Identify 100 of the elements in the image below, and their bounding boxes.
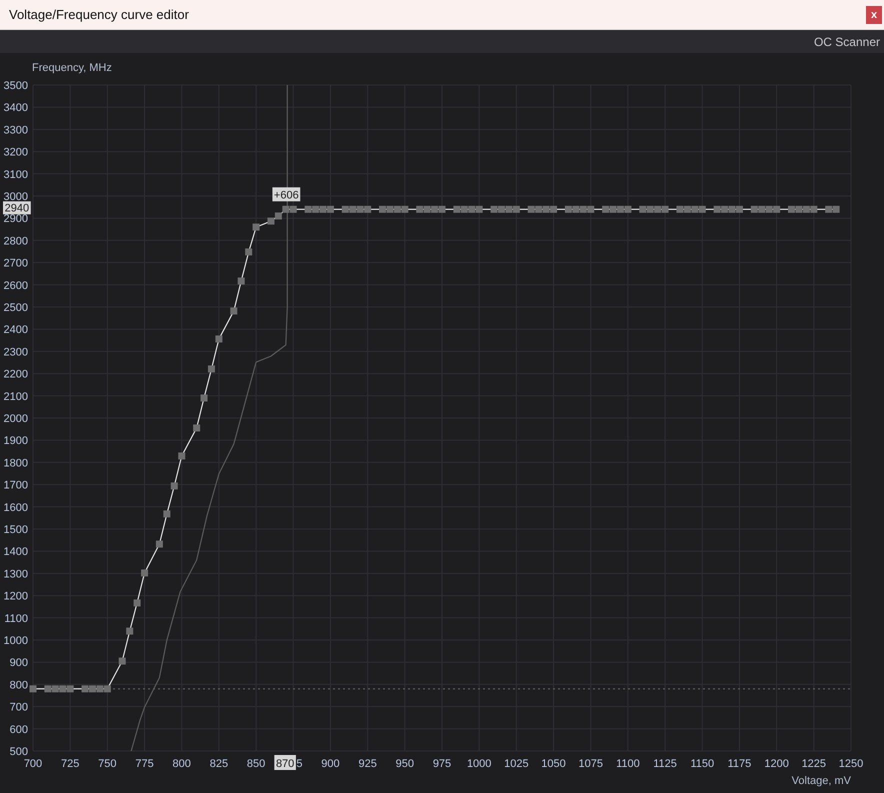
axis-tick-label: 3500 xyxy=(4,80,28,92)
y-axis-title: Frequency, MHz xyxy=(32,62,112,74)
curve-point[interactable] xyxy=(320,206,327,213)
curve-point[interactable] xyxy=(728,206,736,213)
curve-point[interactable] xyxy=(654,206,662,213)
curve-point[interactable] xyxy=(170,482,178,490)
curve-point[interactable] xyxy=(714,206,721,213)
curve-point[interactable] xyxy=(662,206,669,213)
curve-point[interactable] xyxy=(676,206,684,213)
curve-point[interactable] xyxy=(564,206,572,213)
curve-point[interactable] xyxy=(66,685,74,692)
curve-point[interactable] xyxy=(30,685,36,692)
curve-point[interactable] xyxy=(208,365,215,372)
curve-point[interactable] xyxy=(572,206,580,213)
curve-point[interactable] xyxy=(394,206,401,213)
axis-tick-label: 1075 xyxy=(578,758,603,770)
curve-point[interactable] xyxy=(141,569,148,576)
curve-point[interactable] xyxy=(610,206,617,213)
curve-point[interactable] xyxy=(89,685,96,692)
curve-point[interactable] xyxy=(505,206,512,213)
axis-tick-label: 2800 xyxy=(4,235,28,248)
curve-point[interactable] xyxy=(788,206,795,213)
curve-point[interactable] xyxy=(163,510,170,518)
axis-tick-label: 2400 xyxy=(4,324,28,336)
oc-scanner-button[interactable]: OC Scanner xyxy=(810,34,884,48)
curve-point[interactable] xyxy=(498,206,505,213)
curve-point[interactable] xyxy=(349,206,356,213)
curve-point[interactable] xyxy=(750,206,758,213)
curve-point[interactable] xyxy=(512,206,520,213)
curve-point[interactable] xyxy=(476,206,483,213)
curve-point[interactable] xyxy=(766,206,773,213)
curve-point[interactable] xyxy=(825,206,832,213)
curve-point[interactable] xyxy=(356,206,364,213)
curve-point[interactable] xyxy=(44,685,52,692)
curve-point[interactable] xyxy=(118,658,126,665)
axis-tick-label: 500 xyxy=(10,746,28,758)
curve-point[interactable] xyxy=(282,206,290,213)
curve-point[interactable] xyxy=(200,394,208,402)
curve-point[interactable] xyxy=(59,685,66,692)
curve-point[interactable] xyxy=(758,206,766,213)
curve-point[interactable] xyxy=(386,206,394,213)
curve-point[interactable] xyxy=(252,224,260,231)
curve-point[interactable] xyxy=(736,206,743,213)
curve-point[interactable] xyxy=(646,206,654,213)
curve-point[interactable] xyxy=(542,206,550,213)
curve-point[interactable] xyxy=(364,206,372,213)
curve-point[interactable] xyxy=(126,628,134,635)
axis-tick-label: 1200 xyxy=(4,590,28,603)
curve-point[interactable] xyxy=(134,599,141,606)
curve-point[interactable] xyxy=(274,212,282,220)
axis-tick-label: 1700 xyxy=(4,480,28,492)
curve-point[interactable] xyxy=(304,206,312,213)
axis-tick-label: 725 xyxy=(61,758,80,770)
curve-point[interactable] xyxy=(82,685,89,692)
curve-point[interactable] xyxy=(528,206,535,213)
curve-point[interactable] xyxy=(624,206,632,213)
curve-point[interactable] xyxy=(215,335,222,342)
curve-point[interactable] xyxy=(156,540,163,548)
curve-point[interactable] xyxy=(795,206,802,213)
curve-point[interactable] xyxy=(580,206,587,213)
curve-point[interactable] xyxy=(438,206,446,213)
curve-point[interactable] xyxy=(460,206,468,213)
close-button[interactable]: x xyxy=(866,6,882,24)
curve-point[interactable] xyxy=(312,206,320,213)
curve-point[interactable] xyxy=(639,206,646,213)
curve-point[interactable] xyxy=(453,206,460,213)
axis-tick-label: 2000 xyxy=(4,413,28,425)
curve-point[interactable] xyxy=(587,206,594,213)
curve-point[interactable] xyxy=(773,206,780,213)
axis-tick-label: 3400 xyxy=(4,102,28,114)
axis-tick-label: 1175 xyxy=(728,758,752,770)
curve-point[interactable] xyxy=(616,206,624,213)
curve-point[interactable] xyxy=(193,424,200,432)
curve-point[interactable] xyxy=(550,206,558,213)
curve-point[interactable] xyxy=(238,278,245,285)
curve-point[interactable] xyxy=(721,206,728,213)
curve-point[interactable] xyxy=(326,206,334,213)
curve-point[interactable] xyxy=(342,206,349,213)
curve-point[interactable] xyxy=(178,452,186,460)
curve-point[interactable] xyxy=(810,206,818,213)
curve-point[interactable] xyxy=(267,218,274,225)
curve-point[interactable] xyxy=(431,206,438,213)
curve-point[interactable] xyxy=(832,206,840,213)
curve-point[interactable] xyxy=(96,685,104,692)
curve-point[interactable] xyxy=(535,206,542,213)
curve-point[interactable] xyxy=(401,206,408,213)
curve-point[interactable] xyxy=(290,206,297,213)
curve-point[interactable] xyxy=(416,206,424,213)
curve-point[interactable] xyxy=(691,206,698,213)
curve-point[interactable] xyxy=(104,685,111,692)
curve-point[interactable] xyxy=(490,206,498,213)
curve-point[interactable] xyxy=(379,206,386,213)
curve-point[interactable] xyxy=(468,206,476,213)
curve-point[interactable] xyxy=(245,248,252,256)
curve-point[interactable] xyxy=(684,206,691,213)
curve-point[interactable] xyxy=(424,206,431,213)
curve-point[interactable] xyxy=(52,685,59,692)
curve-point[interactable] xyxy=(698,206,706,213)
curve-point[interactable] xyxy=(602,206,610,213)
curve-point[interactable] xyxy=(802,206,810,213)
